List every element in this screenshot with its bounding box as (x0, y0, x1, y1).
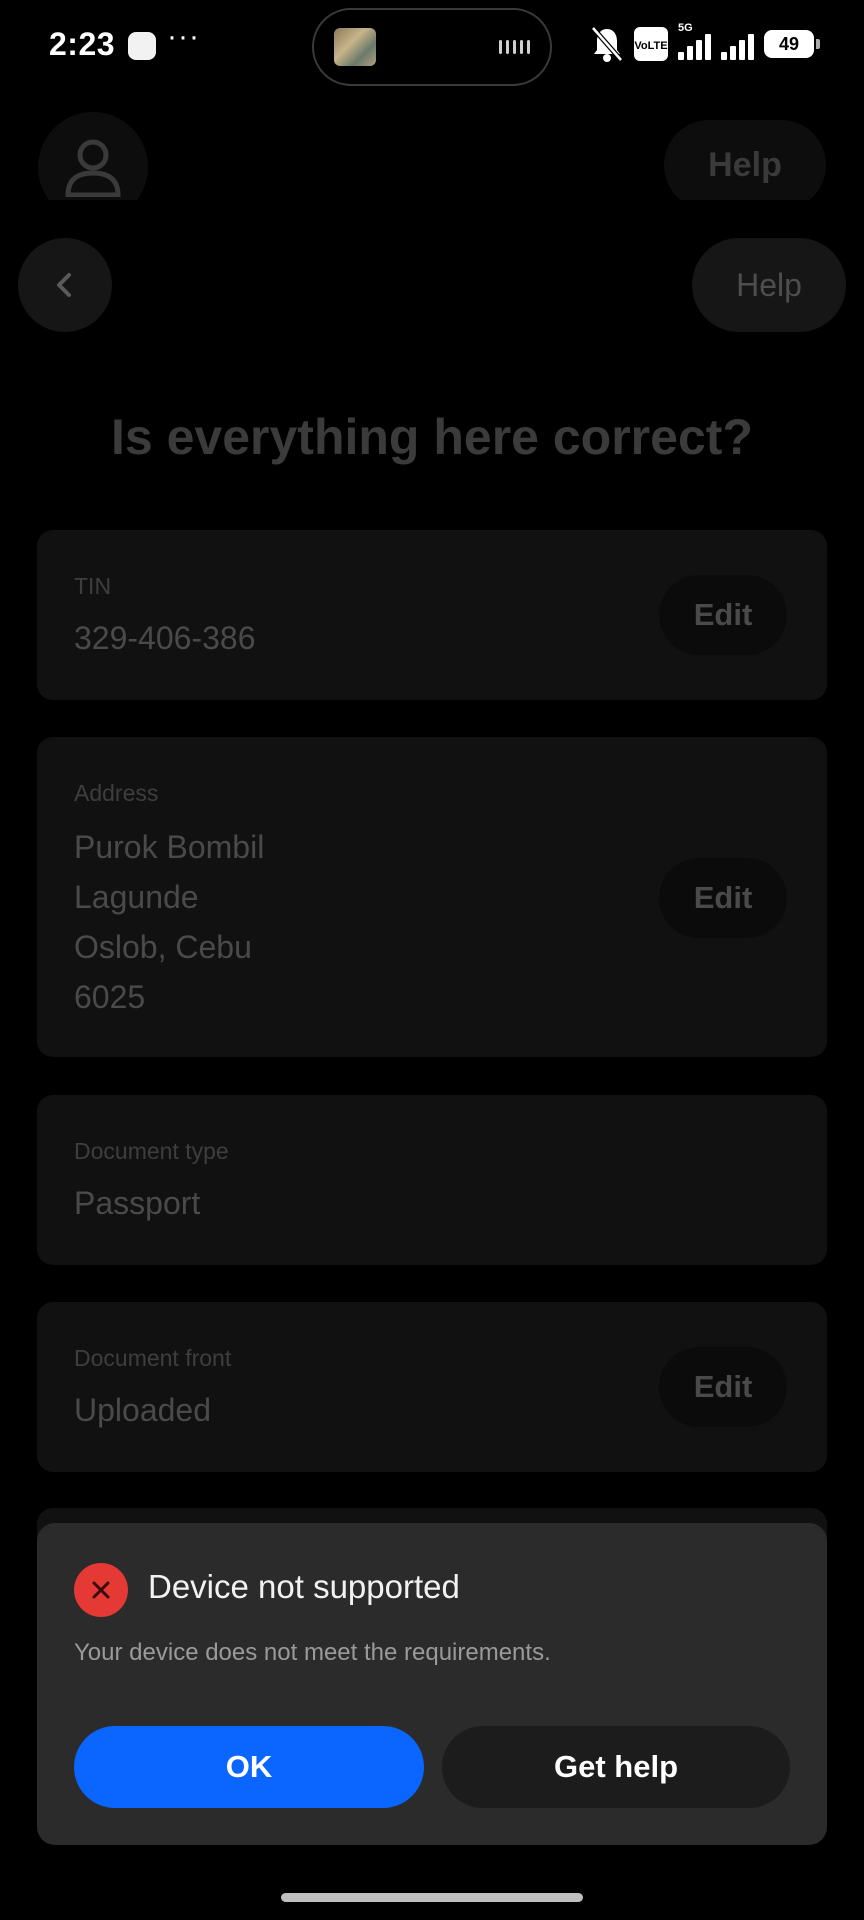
document-front-label: Document front (74, 1345, 232, 1371)
status-icons: Vo LTE 5G 49 (590, 22, 820, 64)
back-button[interactable] (18, 238, 112, 332)
network-type-label: 5G (678, 22, 693, 34)
tin-label: TIN (74, 573, 112, 599)
person-icon (65, 139, 121, 197)
app-notification-icon (128, 32, 156, 60)
dialog-message: Your device does not meet the requiremen… (74, 1639, 551, 1666)
audio-waveform-icon (499, 40, 530, 54)
volte-icon: Vo LTE (634, 27, 668, 61)
bell-muted-icon (590, 24, 624, 64)
address-line-1: Purok Bombil (74, 829, 265, 865)
battery-icon: 49 (764, 30, 820, 58)
screen: 2:23 ··· Vo LTE 5G 49 Help Help Is every… (0, 0, 864, 1920)
device-not-supported-sheet: Device not supported Your device does no… (37, 1523, 827, 1845)
address-line-2: Lagunde (74, 879, 199, 915)
tin-card: TIN 329-406-386 Edit (37, 530, 827, 700)
more-notifications-icon: ··· (167, 20, 200, 53)
signal-5g-icon: 5G (678, 22, 711, 60)
ok-button[interactable]: OK (74, 1726, 424, 1808)
header-divider (0, 200, 864, 230)
page-title: Is everything here correct? (111, 409, 753, 465)
battery-level: 49 (778, 33, 800, 54)
document-front-card: Document front Uploaded Edit (37, 1302, 827, 1472)
error-icon (74, 1563, 128, 1617)
document-front-value: Uploaded (74, 1392, 211, 1428)
status-time: 2:23 (49, 26, 116, 62)
status-bar: 2:23 ··· Vo LTE 5G 49 (0, 0, 864, 92)
top-help-button[interactable]: Help (664, 120, 826, 210)
volte-line2: LTE (647, 40, 668, 52)
help-button[interactable]: Help (692, 238, 846, 332)
media-thumbnail (334, 28, 376, 66)
address-line-3: Oslob, Cebu (74, 929, 252, 965)
tin-value: 329-406-386 (74, 620, 256, 656)
edit-tin-button[interactable]: Edit (659, 575, 787, 655)
edit-document-front-button[interactable]: Edit (659, 1347, 787, 1427)
chevron-left-icon (57, 273, 71, 297)
document-type-value: Passport (74, 1185, 201, 1221)
dialog-title: Device not supported (148, 1568, 460, 1605)
document-type-card: Document type Passport (37, 1095, 827, 1265)
home-indicator[interactable] (281, 1893, 583, 1902)
document-type-label: Document type (74, 1138, 229, 1164)
address-line-4: 6025 (74, 979, 146, 1015)
signal-strength-icon (721, 28, 754, 60)
dynamic-island[interactable] (312, 8, 552, 86)
address-card: Address Purok Bombil Lagunde Oslob, Cebu… (37, 737, 827, 1057)
edit-address-button[interactable]: Edit (659, 858, 787, 938)
address-label: Address (74, 780, 159, 806)
get-help-button[interactable]: Get help (442, 1726, 790, 1808)
volte-line1: Vo (634, 40, 648, 52)
